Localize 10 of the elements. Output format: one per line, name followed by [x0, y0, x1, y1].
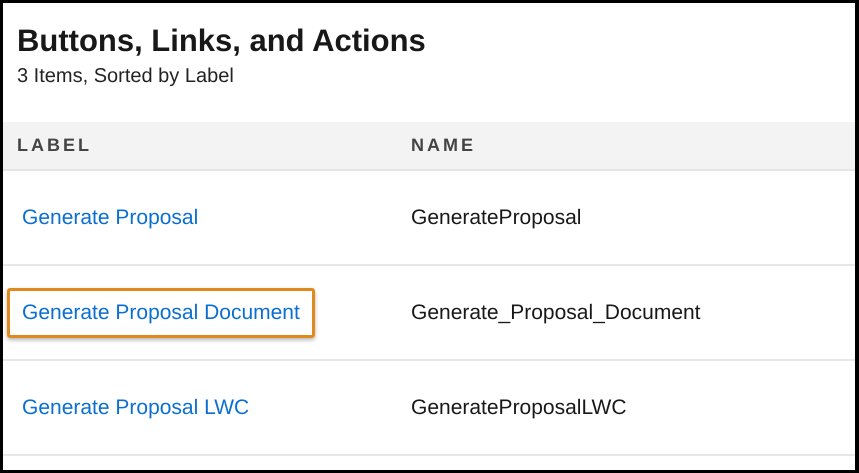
panel-title: Buttons, Links, and Actions [17, 23, 427, 59]
table-cell: GenerateProposal [411, 206, 582, 228]
column-header[interactable]: LABEL [3, 135, 411, 156]
table-cell: Generate_Proposal_Document [411, 300, 701, 324]
label-link[interactable]: Generate Proposal LWC [7, 382, 264, 432]
column-header[interactable]: NAME [411, 135, 855, 156]
table-cell: GenerateProposalLWC [411, 396, 627, 418]
item-count: 3 Items, Sorted by Label [17, 65, 235, 88]
label-link[interactable]: Generate Proposal [7, 192, 214, 242]
label-link[interactable]: Generate Proposal Document [7, 288, 315, 338]
